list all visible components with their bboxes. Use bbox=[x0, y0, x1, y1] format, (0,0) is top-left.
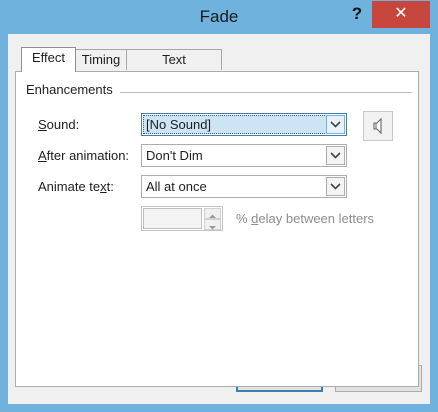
sound-preview-button[interactable] bbox=[363, 111, 393, 141]
tab-timing[interactable]: Timing bbox=[75, 49, 127, 70]
help-button[interactable]: ? bbox=[345, 2, 369, 26]
title-bar[interactable]: Fade ? ✕ bbox=[0, 0, 438, 34]
tab-text-animation[interactable]: Text Animation bbox=[126, 49, 222, 87]
sound-dropdown[interactable]: [No Sound] bbox=[141, 113, 347, 136]
sound-label: Sound: bbox=[38, 117, 80, 132]
animate-text-dropdown[interactable]: All at once bbox=[141, 175, 347, 198]
sound-value: [No Sound] bbox=[143, 115, 329, 134]
dialog-body: Effect Timing Text Animation Enhancement… bbox=[8, 34, 430, 404]
close-button[interactable]: ✕ bbox=[372, 1, 430, 28]
spin-down-arrow-icon[interactable] bbox=[204, 219, 221, 230]
tab-label: Timing bbox=[81, 52, 121, 67]
spin-up-arrow-icon[interactable] bbox=[204, 208, 221, 219]
animate-text-label: Animate text: bbox=[38, 179, 114, 194]
after-animation-label: After animation: bbox=[38, 148, 130, 163]
fade-dialog: Fade ? ✕ Effect Timing Text Animation En… bbox=[0, 0, 438, 412]
chevron-down-icon[interactable] bbox=[326, 146, 345, 165]
chevron-down-icon[interactable] bbox=[326, 177, 345, 196]
close-icon: ✕ bbox=[394, 5, 408, 22]
chevron-down-icon[interactable] bbox=[326, 115, 345, 134]
delay-caption: % delay between letters bbox=[236, 211, 375, 226]
enhancements-group-label: Enhancements bbox=[26, 82, 117, 97]
speaker-icon bbox=[373, 117, 382, 135]
tab-effect[interactable]: Effect bbox=[21, 47, 76, 72]
delay-spinner[interactable] bbox=[141, 206, 223, 231]
after-animation-value: Don't Dim bbox=[146, 148, 203, 163]
effect-tab-panel: Enhancements Sound: [No Sound] After ani… bbox=[15, 71, 419, 387]
tab-label: Effect bbox=[31, 50, 65, 65]
delay-input[interactable] bbox=[143, 208, 202, 229]
after-animation-dropdown[interactable]: Don't Dim bbox=[141, 144, 347, 167]
group-divider bbox=[120, 92, 412, 93]
animate-text-value: All at once bbox=[146, 179, 207, 194]
